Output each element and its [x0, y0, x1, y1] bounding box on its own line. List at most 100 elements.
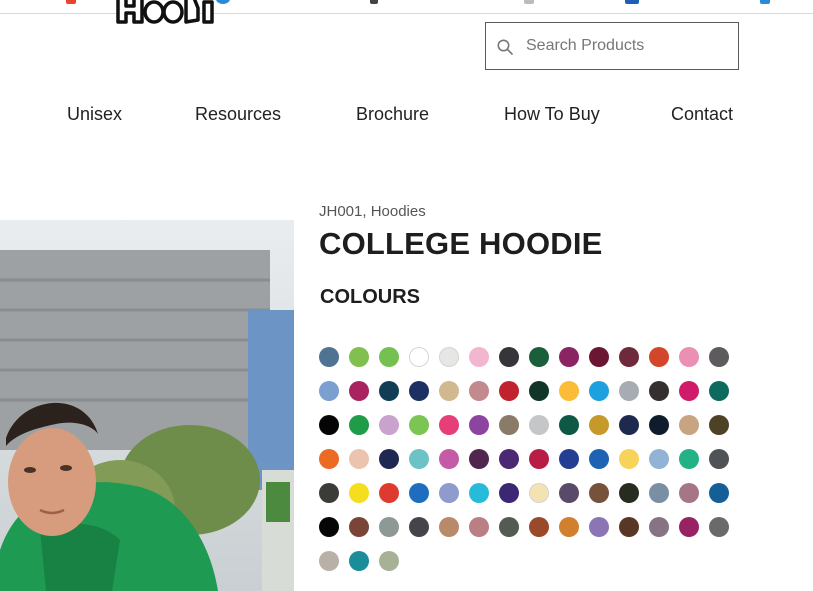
strip-fragment [216, 0, 230, 4]
colour-swatch[interactable] [499, 415, 519, 435]
colour-swatch[interactable] [709, 449, 729, 469]
colour-swatch[interactable] [349, 551, 369, 571]
colour-swatch[interactable] [649, 347, 669, 367]
colour-swatch[interactable] [409, 415, 429, 435]
colour-swatch[interactable] [469, 483, 489, 503]
colour-swatch[interactable] [709, 483, 729, 503]
search-input[interactable] [526, 33, 726, 59]
colour-swatch[interactable] [439, 449, 459, 469]
colour-swatch[interactable] [679, 347, 699, 367]
colour-swatch[interactable] [379, 347, 399, 367]
colour-swatch[interactable] [409, 347, 429, 367]
colour-swatch[interactable] [499, 347, 519, 367]
colour-swatch[interactable] [469, 347, 489, 367]
colour-swatch[interactable] [319, 381, 339, 401]
colour-swatch[interactable] [469, 415, 489, 435]
colour-swatch[interactable] [349, 347, 369, 367]
colour-swatch[interactable] [649, 381, 669, 401]
colour-swatch[interactable] [469, 449, 489, 469]
colour-swatch[interactable] [529, 415, 549, 435]
colour-swatch[interactable] [529, 381, 549, 401]
colour-swatch[interactable] [469, 517, 489, 537]
colour-swatch[interactable] [679, 415, 699, 435]
colour-swatch[interactable] [709, 415, 729, 435]
colour-swatch[interactable] [319, 551, 339, 571]
colour-swatch[interactable] [619, 449, 639, 469]
colour-swatch[interactable] [439, 517, 459, 537]
colour-swatch[interactable] [529, 449, 549, 469]
colour-swatch[interactable] [409, 483, 429, 503]
colour-swatch[interactable] [439, 381, 459, 401]
colour-swatch[interactable] [439, 347, 459, 367]
nav-item-contact[interactable]: Contact [671, 104, 733, 125]
colour-swatch[interactable] [409, 381, 429, 401]
colour-swatch[interactable] [619, 483, 639, 503]
colour-swatch[interactable] [319, 483, 339, 503]
colour-swatch[interactable] [349, 483, 369, 503]
colour-swatch[interactable] [559, 415, 579, 435]
colour-swatch[interactable] [529, 517, 549, 537]
colour-swatch[interactable] [409, 449, 429, 469]
colour-swatch[interactable] [499, 483, 519, 503]
colour-swatch[interactable] [589, 517, 609, 537]
colour-swatch[interactable] [649, 415, 669, 435]
colour-swatch[interactable] [499, 381, 519, 401]
colour-swatch[interactable] [679, 381, 699, 401]
colour-swatch[interactable] [529, 483, 549, 503]
colour-swatch[interactable] [559, 449, 579, 469]
nav-item-unisex[interactable]: Unisex [67, 104, 122, 125]
colour-swatch[interactable] [379, 449, 399, 469]
colour-swatch[interactable] [349, 415, 369, 435]
colour-swatch[interactable] [409, 517, 429, 537]
colour-swatch[interactable] [529, 347, 549, 367]
colour-swatch[interactable] [589, 483, 609, 503]
search-box[interactable] [485, 22, 739, 70]
colour-swatch[interactable] [379, 483, 399, 503]
colour-swatch[interactable] [559, 347, 579, 367]
colour-swatch[interactable] [439, 415, 459, 435]
colour-swatch[interactable] [619, 415, 639, 435]
strip-fragment [625, 0, 639, 4]
colour-swatch[interactable] [379, 551, 399, 571]
colour-swatch[interactable] [679, 449, 699, 469]
colour-swatch[interactable] [379, 517, 399, 537]
colour-swatch[interactable] [379, 415, 399, 435]
colour-swatch[interactable] [559, 483, 579, 503]
colour-swatch[interactable] [619, 347, 639, 367]
colour-swatch[interactable] [619, 381, 639, 401]
colour-swatch[interactable] [349, 517, 369, 537]
colour-swatch[interactable] [499, 449, 519, 469]
colour-swatch[interactable] [589, 449, 609, 469]
colour-swatch[interactable] [319, 415, 339, 435]
colour-swatch[interactable] [649, 517, 669, 537]
nav-item-resources[interactable]: Resources [195, 104, 281, 125]
product-image [0, 220, 294, 591]
colour-swatch[interactable] [319, 517, 339, 537]
strip-fragment [760, 0, 770, 4]
colour-swatch[interactable] [379, 381, 399, 401]
colour-swatch[interactable] [649, 483, 669, 503]
colour-swatch[interactable] [649, 449, 669, 469]
nav-item-brochure[interactable]: Brochure [356, 104, 429, 125]
nav-item-how-to-buy[interactable]: How To Buy [504, 104, 600, 125]
colour-swatch[interactable] [439, 483, 459, 503]
colour-swatch[interactable] [589, 415, 609, 435]
colour-swatch[interactable] [589, 381, 609, 401]
colour-swatch[interactable] [499, 517, 519, 537]
colour-swatch[interactable] [559, 381, 579, 401]
colour-swatch[interactable] [709, 381, 729, 401]
colour-swatch[interactable] [679, 483, 699, 503]
colour-swatch[interactable] [319, 347, 339, 367]
colour-swatch[interactable] [349, 381, 369, 401]
colour-swatch[interactable] [619, 517, 639, 537]
colour-swatch[interactable] [349, 449, 369, 469]
colour-swatch[interactable] [319, 449, 339, 469]
colour-swatch[interactable] [709, 347, 729, 367]
search-icon[interactable] [496, 38, 514, 56]
colour-swatch[interactable] [559, 517, 579, 537]
colour-swatch[interactable] [679, 517, 699, 537]
site-logo[interactable] [112, 0, 216, 24]
colour-swatch[interactable] [469, 381, 489, 401]
colour-swatch[interactable] [589, 347, 609, 367]
colour-swatch[interactable] [709, 517, 729, 537]
